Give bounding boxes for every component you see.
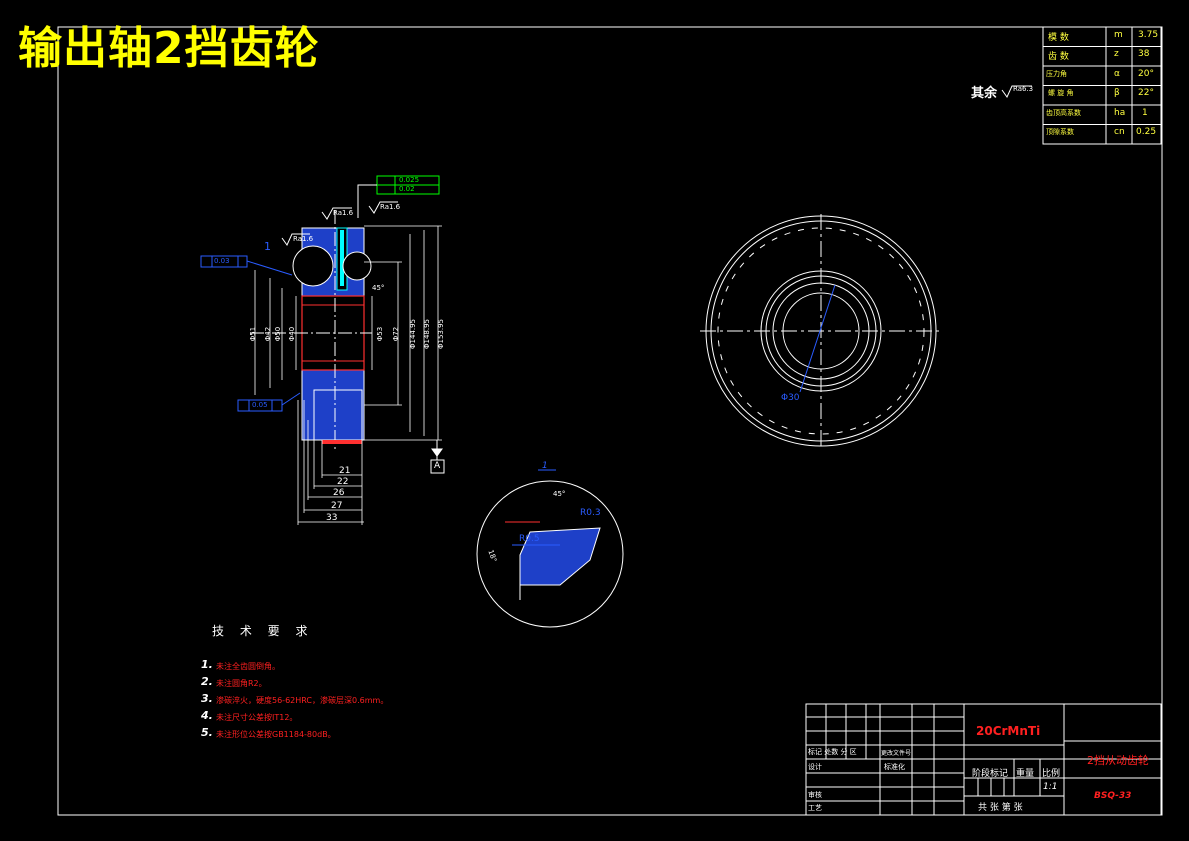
drawing-number: BSQ-33 xyxy=(1094,791,1132,801)
param-symbol: m xyxy=(1114,30,1123,40)
title-block-marks: 标记 处数 分 区 xyxy=(808,748,857,756)
dim-vertical: Φ144.95 xyxy=(409,318,418,350)
requirement-number: 5. xyxy=(201,726,213,739)
tolerance-left: 0.03 xyxy=(214,257,230,265)
title-block-sheets: 共 张 第 张 xyxy=(978,803,1023,813)
dim-vertical: Φ153.95 xyxy=(437,318,446,350)
requirement-item: 未注形位公差按GB1184-80dB。 xyxy=(216,730,336,739)
datum-label: A xyxy=(434,461,441,471)
detail-label: R0.3 xyxy=(580,508,601,518)
engineering-drawing xyxy=(57,26,1163,816)
dim-vertical: Φ51 xyxy=(249,326,258,342)
param-value: 20° xyxy=(1138,69,1154,79)
scale-value: 1:1 xyxy=(1043,782,1058,792)
param-name: 顶隙系数 xyxy=(1046,128,1074,136)
circle-dim-label: Φ30 xyxy=(781,393,800,403)
param-name: 螺 旋 角 xyxy=(1048,89,1074,97)
detail-view-label: 1 xyxy=(542,461,548,471)
param-symbol: α xyxy=(1114,69,1120,79)
dim-vertical: Φ40 xyxy=(288,326,297,342)
dim-horizontal: 22 xyxy=(337,477,349,487)
roughness-note-prefix: 其余 xyxy=(971,86,998,101)
requirement-item: 未注圆角R2。 xyxy=(216,679,267,688)
title-block-file-no: 更改文件号 xyxy=(881,750,912,757)
param-symbol: z xyxy=(1114,49,1119,59)
dim-horizontal: 27 xyxy=(331,501,343,511)
detail-label: R0.5 xyxy=(519,534,540,544)
requirements-title: 技 术 要 求 xyxy=(212,624,314,638)
roughness-note-value: Ra6.3 xyxy=(1013,85,1034,93)
requirement-number: 2. xyxy=(201,675,213,688)
drawing-title: 输出轴2挡齿轮 xyxy=(18,23,320,74)
tolerance-bottom: 0.05 xyxy=(252,401,268,409)
requirement-item: 未注尺寸公差按IT12。 xyxy=(216,713,298,722)
detail-label: 45° xyxy=(553,490,566,498)
requirement-number: 1. xyxy=(201,658,213,671)
requirement-number: 4. xyxy=(201,709,213,722)
param-symbol: β xyxy=(1114,88,1120,98)
tolerance-top-1: 0.025 xyxy=(399,176,420,184)
param-value: 3.75 xyxy=(1138,30,1159,40)
param-name: 压力角 xyxy=(1046,70,1067,78)
title-block-check: 审核 xyxy=(808,791,822,799)
title-block-weight: 重量 xyxy=(1016,769,1035,779)
material-label: 20CrMnTi xyxy=(976,724,1041,738)
gear-front-view xyxy=(700,214,943,448)
title-block-design: 设计 xyxy=(808,763,822,771)
param-value: 0.25 xyxy=(1136,127,1157,137)
param-symbol: cn xyxy=(1114,127,1125,137)
param-value: 22° xyxy=(1138,88,1154,98)
tolerance-top-2: 0.02 xyxy=(399,185,415,193)
dim-horizontal: 26 xyxy=(333,488,345,498)
param-name: 齿 数 xyxy=(1048,52,1069,62)
dim-vertical: Φ42 xyxy=(264,326,273,342)
requirement-item: 未注全齿圆倒角。 xyxy=(216,662,280,671)
param-name: 齿顶高系数 xyxy=(1046,109,1081,117)
roughness-marks xyxy=(281,85,1032,246)
param-value: 38 xyxy=(1138,49,1150,59)
detail-view xyxy=(476,469,624,628)
roughness-label: Ra1.6 xyxy=(293,235,314,243)
param-name: 模 数 xyxy=(1048,33,1069,43)
title-block-stage: 阶段标记 xyxy=(972,769,1009,779)
part-name: 2挡从动齿轮 xyxy=(1087,754,1149,767)
dim-vertical: Φ72 xyxy=(392,326,401,342)
dim-horizontal: 33 xyxy=(326,513,338,523)
param-value: 1 xyxy=(1142,108,1148,118)
roughness-label: Ra1.6 xyxy=(333,209,354,217)
chamfer-label: 45° xyxy=(372,284,385,292)
roughness-label: Ra1.6 xyxy=(380,203,401,211)
param-symbol: ha xyxy=(1114,108,1126,118)
requirement-number: 3. xyxy=(201,692,213,705)
requirement-item: 渗碳淬火，硬度56-62HRC，渗碳层深0.6mm。 xyxy=(216,696,389,705)
dim-horizontal: 21 xyxy=(339,466,351,476)
dim-vertical: Φ148.95 xyxy=(423,318,432,350)
dim-vertical: Φ50 xyxy=(274,326,283,342)
leader-label: 1 xyxy=(264,240,271,253)
title-block-standard: 标准化 xyxy=(884,763,905,771)
title-block-scale-label: 比例 xyxy=(1042,769,1061,779)
title-block-process: 工艺 xyxy=(808,804,822,812)
dim-vertical: Φ53 xyxy=(376,326,385,342)
